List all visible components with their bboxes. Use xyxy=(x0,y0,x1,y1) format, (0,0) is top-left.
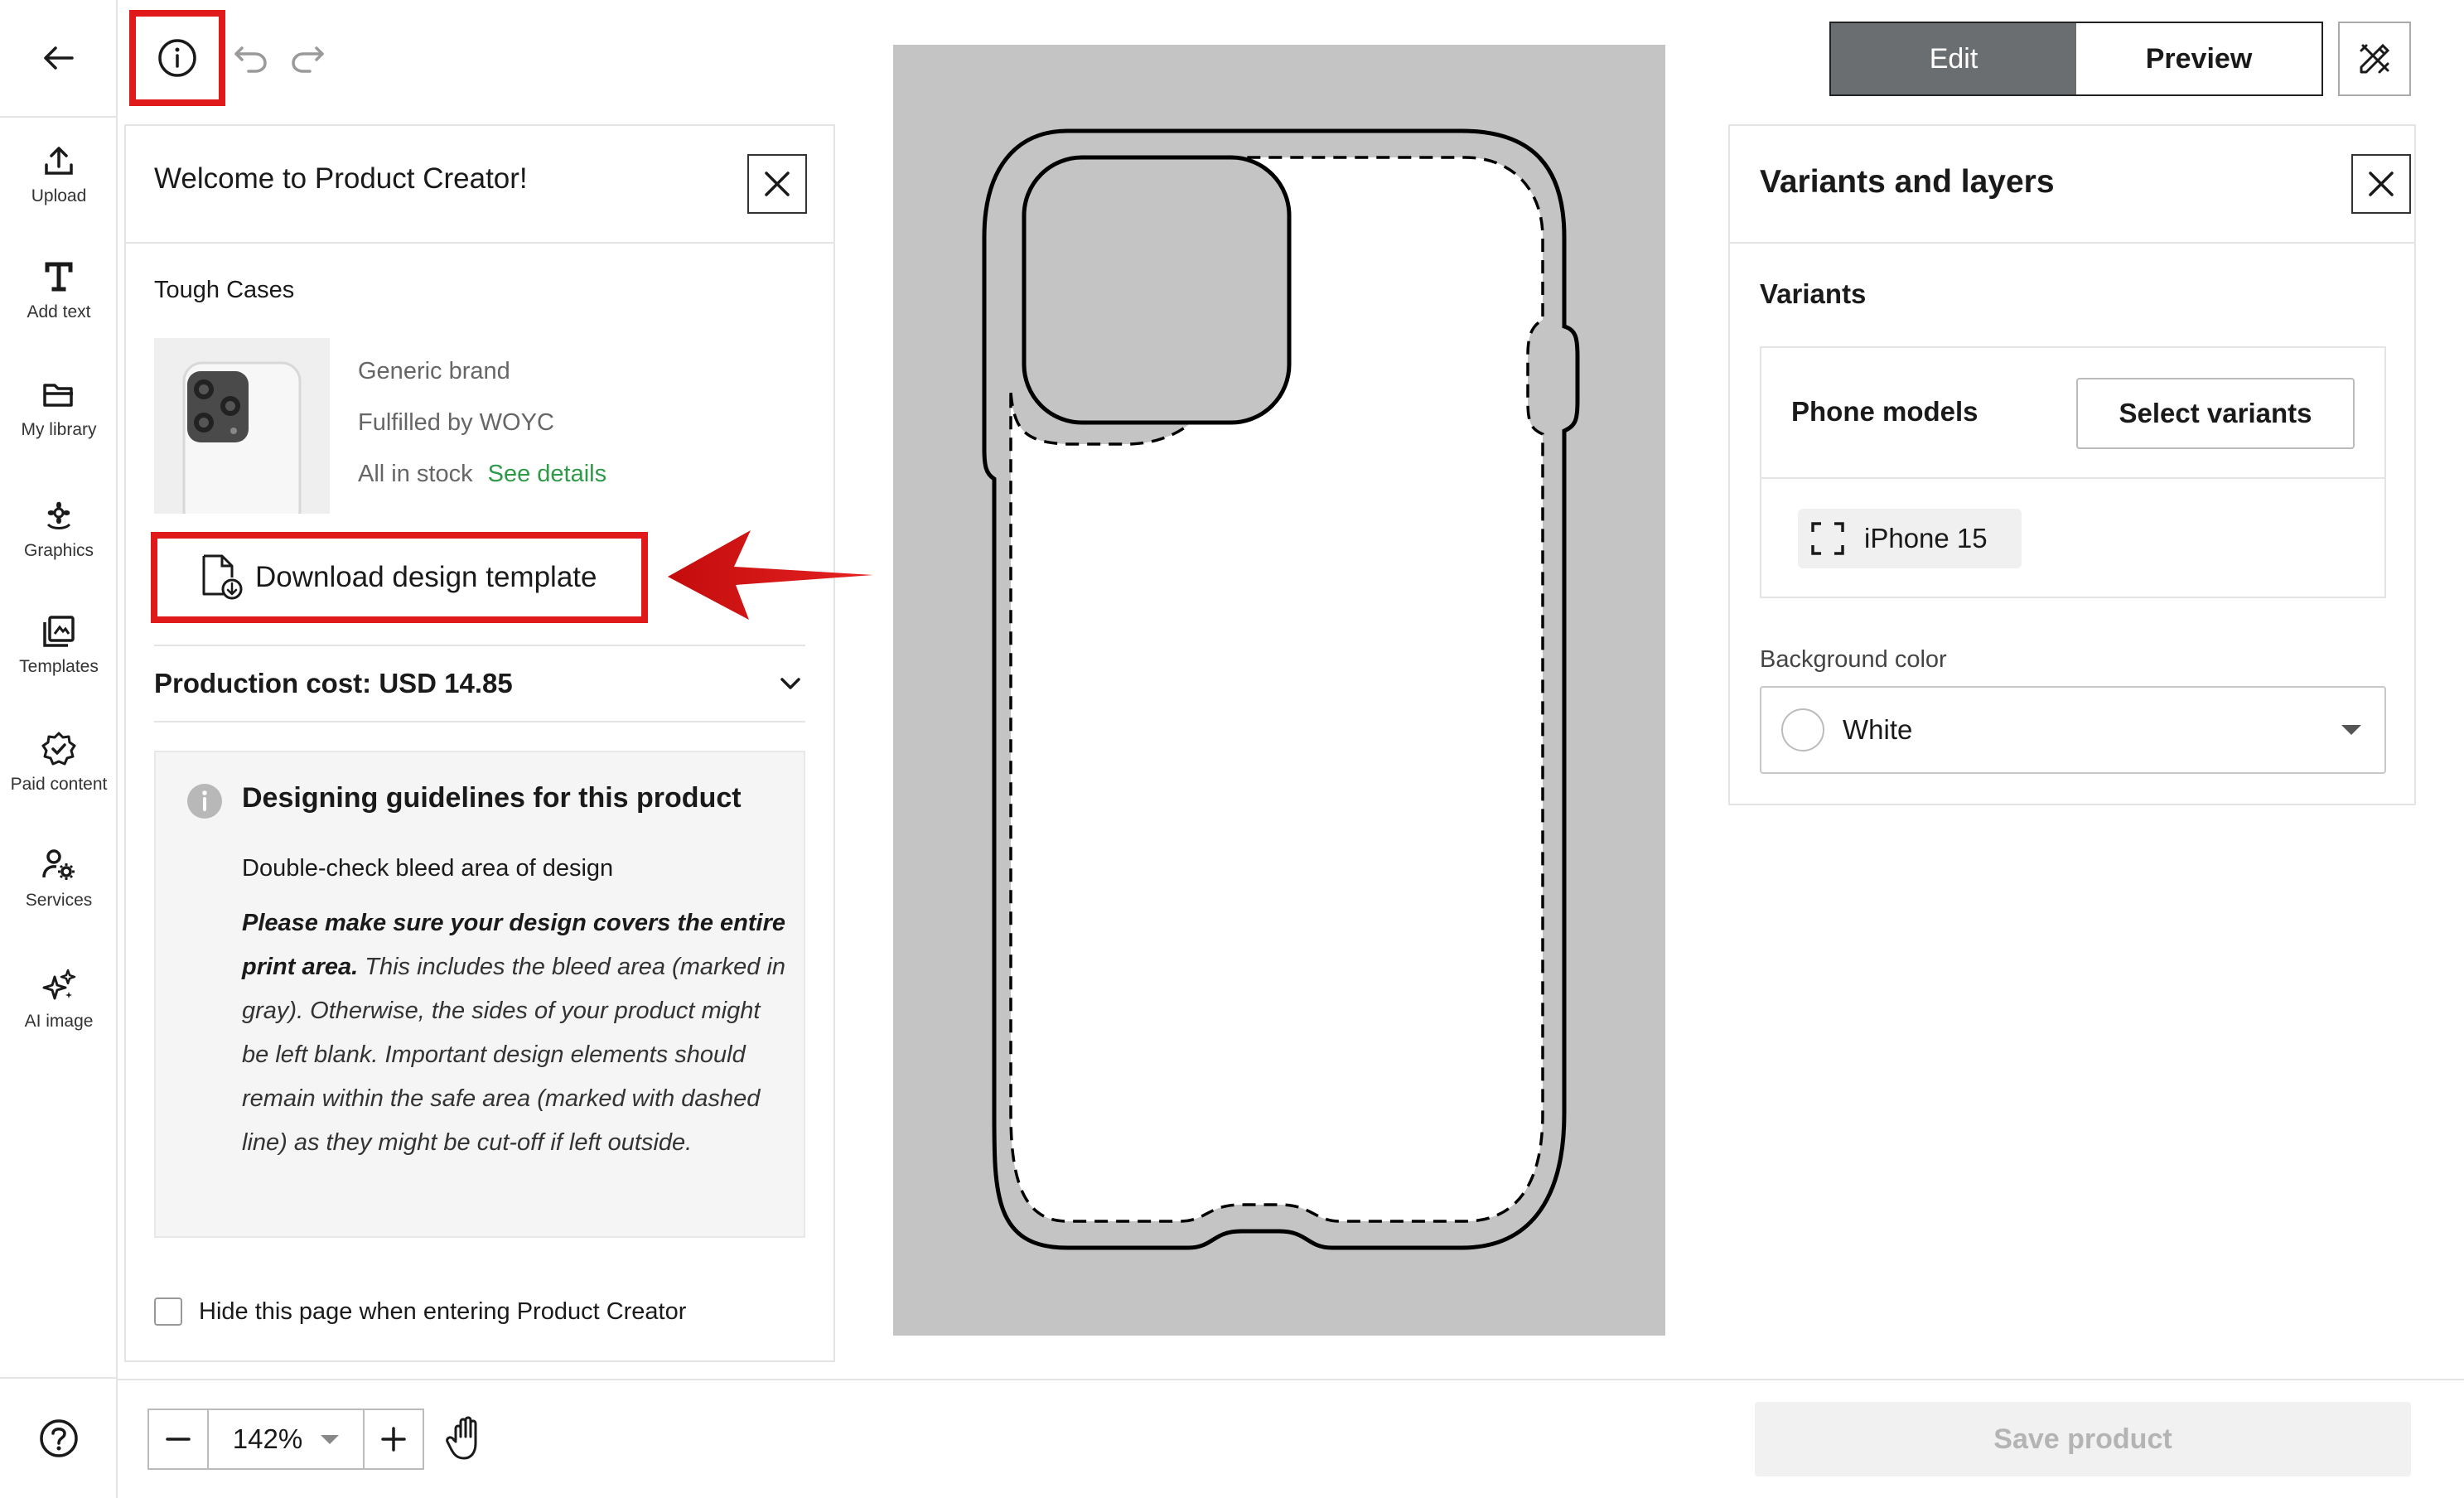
download-template-label: Download design template xyxy=(255,561,597,593)
highlight-arrow-icon xyxy=(668,530,873,620)
background-color-value: White xyxy=(1843,714,1913,745)
zoom-value: 142% xyxy=(232,1423,303,1454)
color-swatch xyxy=(1781,708,1824,751)
product-name: Tough Cases xyxy=(154,277,295,303)
tools-button[interactable] xyxy=(2338,22,2411,96)
back-button[interactable] xyxy=(0,0,118,118)
sparkle-icon xyxy=(42,969,76,1000)
help-icon xyxy=(40,1419,78,1457)
file-download-icon xyxy=(202,554,243,600)
guidelines-body: Please make sure your design covers the … xyxy=(242,901,789,1165)
info-filled-icon xyxy=(187,784,222,819)
rail-my-library[interactable]: My library xyxy=(0,358,118,457)
zoom-out-button[interactable] xyxy=(149,1410,207,1468)
arrow-left-icon xyxy=(44,46,74,70)
close-icon xyxy=(2369,172,2394,196)
text-icon xyxy=(45,262,73,292)
help-button[interactable] xyxy=(0,1377,118,1498)
design-tools-icon xyxy=(2360,43,2390,74)
stock-status: All in stock xyxy=(358,461,473,487)
undo-icon[interactable] xyxy=(230,36,272,78)
product-thumbnail xyxy=(154,338,330,514)
zoom-select[interactable]: 142% xyxy=(207,1410,365,1468)
hide-page-label: Hide this page when entering Product Cre… xyxy=(199,1297,687,1325)
preview-tab[interactable]: Preview xyxy=(2076,23,2321,94)
badge-check-icon xyxy=(41,732,76,766)
close-variants-button[interactable] xyxy=(2351,154,2411,214)
product-fulfilled: Fulfilled by WOYC xyxy=(358,409,554,436)
rail-label: Paid content xyxy=(10,775,108,794)
select-variants-button[interactable]: Select variants xyxy=(2076,378,2355,449)
background-color-label: Background color xyxy=(1760,646,1947,673)
caret-down-icon xyxy=(2341,725,2361,735)
rail-label: Graphics xyxy=(23,541,94,560)
zoom-in-button[interactable] xyxy=(365,1410,423,1468)
variants-panel-title: Variants and layers xyxy=(1760,164,2055,200)
services-icon xyxy=(42,849,75,880)
edit-tab[interactable]: Edit xyxy=(1831,23,2076,94)
rail-add-text[interactable]: Add text xyxy=(0,240,118,340)
caret-down-icon xyxy=(321,1434,340,1444)
rail-label: Templates xyxy=(19,657,99,676)
guidelines-subtitle: Double-check bleed area of design xyxy=(242,855,614,882)
rail-label: My library xyxy=(21,420,97,439)
rail-graphics[interactable]: Graphics xyxy=(0,479,118,578)
hand-pan-icon[interactable] xyxy=(444,1415,490,1462)
rail-paid-content[interactable]: Paid content xyxy=(0,713,118,812)
folder-icon xyxy=(43,384,73,407)
focus-frame-icon xyxy=(1811,522,1844,555)
minus-icon xyxy=(166,1438,191,1441)
rail-label: Add text xyxy=(27,302,91,321)
design-canvas[interactable] xyxy=(893,45,1665,1336)
bottom-divider xyxy=(118,1379,2464,1380)
close-icon xyxy=(765,172,790,196)
flower-icon xyxy=(46,501,71,529)
welcome-title: Welcome to Product Creator! xyxy=(154,162,528,195)
product-stock: All in stock See details xyxy=(358,461,606,488)
rail-upload[interactable]: Upload xyxy=(0,124,118,224)
chevron-down-icon xyxy=(780,678,800,689)
production-cost-row[interactable]: Production cost: USD 14.85 xyxy=(154,645,805,722)
guidelines-title: Designing guidelines for this product xyxy=(242,782,742,814)
phone-models-label: Phone models xyxy=(1791,396,1978,427)
variant-chip[interactable]: iPhone 15 xyxy=(1798,509,2022,568)
templates-icon xyxy=(43,616,75,647)
rail-services[interactable]: Services xyxy=(0,829,118,928)
background-color-select[interactable]: White xyxy=(1760,686,2386,774)
phone-case-outline xyxy=(982,128,1580,1250)
rail-label: Services xyxy=(25,891,93,910)
info-button[interactable] xyxy=(129,10,225,106)
rail-label: AI image xyxy=(24,1012,94,1031)
save-product-button[interactable]: Save product xyxy=(1755,1402,2411,1476)
hide-page-checkbox[interactable] xyxy=(154,1297,182,1326)
variants-section-title: Variants xyxy=(1760,278,1867,309)
close-welcome-button[interactable] xyxy=(747,154,807,214)
rail-label: Upload xyxy=(31,186,87,205)
product-brand: Generic brand xyxy=(358,358,510,384)
variant-chip-label: iPhone 15 xyxy=(1864,523,1988,553)
download-template-button[interactable]: Download design template xyxy=(151,532,648,623)
plus-icon xyxy=(381,1427,406,1452)
mode-toggle: Edit Preview xyxy=(1829,22,2323,96)
see-details-link[interactable]: See details xyxy=(488,461,607,487)
upload-icon xyxy=(45,147,73,175)
production-cost: Production cost: USD 14.85 xyxy=(154,668,513,698)
hide-page-option[interactable]: Hide this page when entering Product Cre… xyxy=(154,1297,686,1326)
guidelines-text: This includes the bleed area (marked in … xyxy=(242,954,786,1156)
info-icon xyxy=(158,39,196,77)
zoom-control: 142% xyxy=(147,1409,424,1470)
redo-icon[interactable] xyxy=(287,36,328,78)
rail-ai-image[interactable]: AI image xyxy=(0,950,118,1049)
rail-templates[interactable]: Templates xyxy=(0,595,118,694)
